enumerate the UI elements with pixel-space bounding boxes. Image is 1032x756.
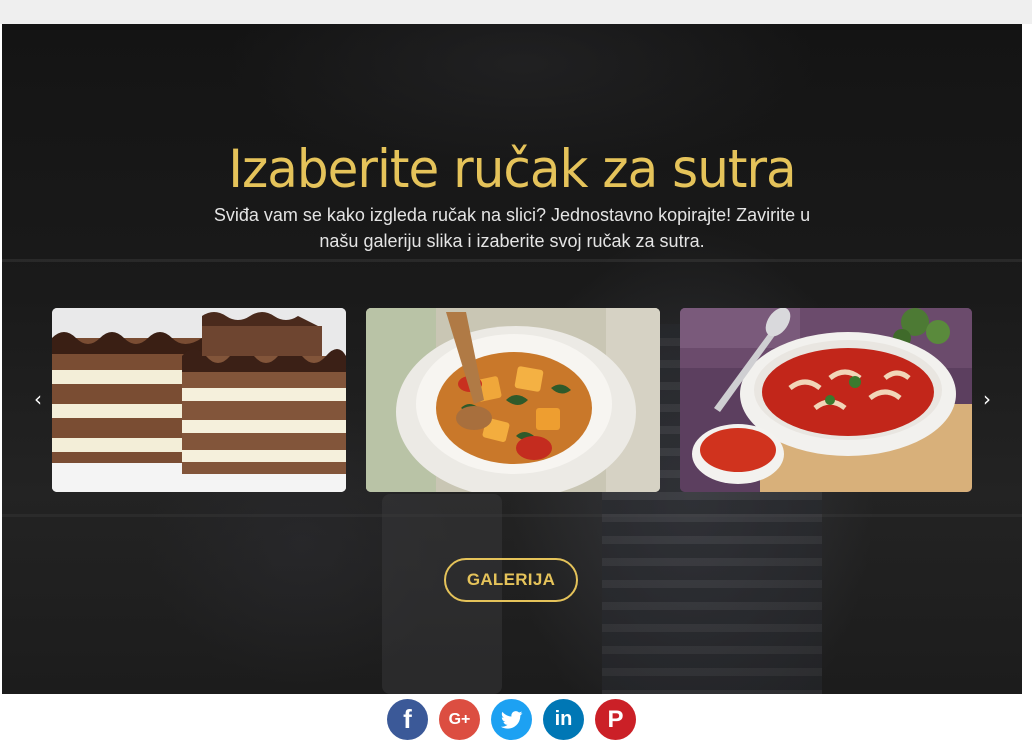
pinterest-share-button[interactable]: P bbox=[595, 699, 636, 740]
carousel-slide-stew[interactable] bbox=[680, 308, 972, 492]
google-plus-icon: G+ bbox=[448, 710, 471, 728]
twitter-icon bbox=[500, 710, 522, 729]
carousel-slide-cake[interactable] bbox=[52, 308, 346, 492]
carousel-prev-icon[interactable]: ‹ bbox=[28, 384, 48, 414]
background-shelf bbox=[2, 259, 1022, 262]
facebook-icon: f bbox=[403, 704, 412, 734]
social-share-bar: f G+ in P bbox=[387, 699, 636, 741]
twitter-share-button[interactable] bbox=[491, 699, 532, 740]
layered-chocolate-cake-image bbox=[52, 308, 346, 492]
hero-section: Izaberite ručak za sutra Sviđa vam se ka… bbox=[2, 24, 1022, 694]
linkedin-icon: in bbox=[554, 708, 573, 730]
hero-title: Izaberite ručak za sutra bbox=[228, 138, 796, 199]
hero-description: Sviđa vam se kako izgleda ručak na slici… bbox=[213, 205, 811, 251]
linkedin-share-button[interactable]: in bbox=[543, 699, 584, 740]
carousel-slide-curry[interactable] bbox=[366, 308, 660, 492]
gallery-button[interactable]: GALERIJA bbox=[444, 558, 578, 602]
pinterest-icon: P bbox=[607, 705, 624, 733]
tomato-stew-dish-image bbox=[680, 308, 972, 492]
carousel-next-icon[interactable]: › bbox=[977, 384, 997, 414]
facebook-share-button[interactable]: f bbox=[387, 699, 428, 740]
google-plus-share-button[interactable]: G+ bbox=[439, 699, 480, 740]
top-bar bbox=[0, 0, 1032, 24]
background-counter bbox=[2, 514, 1022, 517]
vegetable-curry-bowl-image bbox=[366, 308, 660, 492]
